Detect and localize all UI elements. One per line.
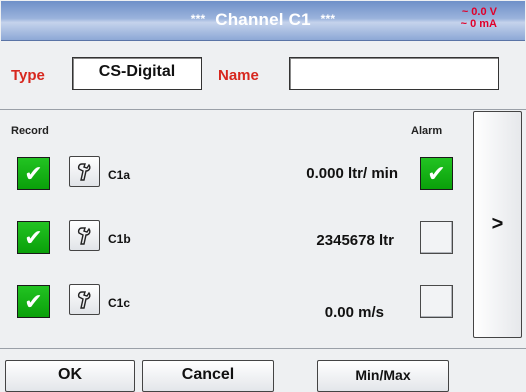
divider-top [0, 109, 526, 110]
signal-readout: ~ 0.0 V ~ 0 mA [461, 6, 497, 30]
alarm-column-header: Alarm [411, 125, 443, 137]
divider-bottom [0, 348, 526, 349]
next-page-button[interactable]: > [473, 111, 522, 338]
check-icon: ✔ [24, 224, 43, 250]
alarm-checkbox-c1c[interactable] [420, 285, 453, 318]
channel-label-c1a: C1a [108, 168, 131, 182]
type-label: Type [11, 67, 45, 84]
channel-settings-screen: *** Channel C1 *** ~ 0.0 V ~ 0 mA Type C… [0, 0, 526, 392]
name-label: Name [218, 67, 259, 84]
cancel-button[interactable]: Cancel [142, 360, 274, 392]
alarm-checkbox-c1a[interactable]: ✔ [420, 157, 453, 190]
voltage-readout: ~ 0.0 V [461, 6, 497, 18]
title-text: Channel C1 [215, 10, 311, 29]
record-checkbox-c1b[interactable]: ✔ [17, 221, 50, 254]
record-checkbox-c1a[interactable]: ✔ [17, 157, 50, 190]
type-select[interactable]: CS-Digital [72, 57, 202, 90]
current-readout: ~ 0 mA [460, 18, 497, 30]
check-icon: ✔ [24, 160, 43, 186]
wrench-icon [77, 226, 90, 245]
configure-button-c1a[interactable] [69, 156, 100, 187]
check-icon: ✔ [427, 160, 446, 186]
minmax-button[interactable]: Min/Max [317, 360, 449, 392]
ok-button[interactable]: OK [5, 360, 135, 392]
alarm-checkbox-c1b[interactable] [420, 221, 453, 254]
wrench-icon [77, 162, 90, 181]
channel-value-c1a: 0.000 ltr/ min [306, 165, 398, 182]
channel-value-c1b: 2345678 ltr [316, 232, 394, 249]
channel-value-c1c: 0.00 m/s [324, 304, 384, 321]
page-title: *** Channel C1 *** [1, 10, 525, 30]
title-prefix: *** [190, 12, 206, 26]
record-checkbox-c1c[interactable]: ✔ [17, 285, 50, 318]
configure-button-c1c[interactable] [69, 284, 100, 315]
title-bar: *** Channel C1 *** ~ 0.0 V ~ 0 mA [1, 1, 525, 41]
check-icon: ✔ [24, 288, 43, 314]
record-column-header: Record [11, 125, 49, 137]
title-suffix: *** [320, 12, 336, 26]
channel-label-c1c: C1c [108, 296, 131, 310]
name-input[interactable] [289, 57, 499, 90]
channel-label-c1b: C1b [108, 232, 131, 246]
wrench-icon [77, 290, 90, 309]
configure-button-c1b[interactable] [69, 220, 100, 251]
